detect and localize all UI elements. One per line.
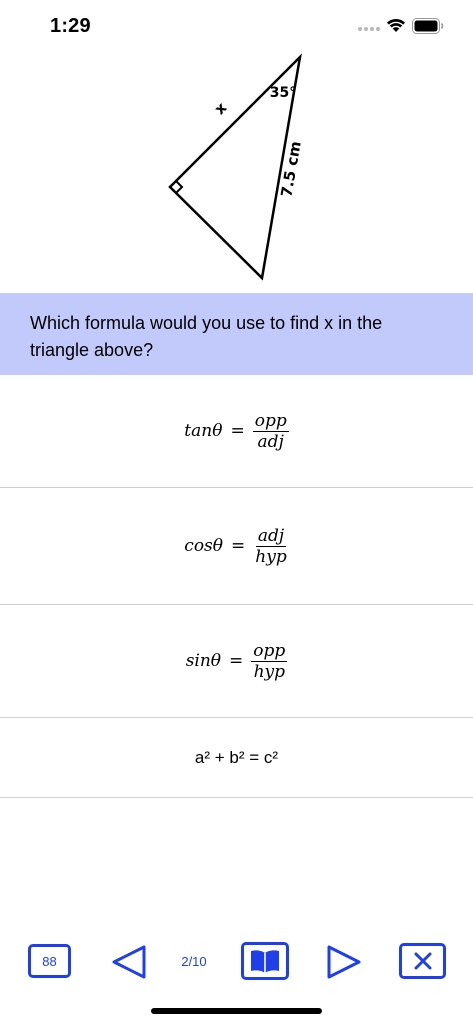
formula-pythagoras: a² + b² = c² xyxy=(194,747,279,767)
formula-equals: = xyxy=(230,421,245,441)
right-angle-marker xyxy=(175,180,184,194)
triangle-diagram: x 7.5 cm 35° xyxy=(168,53,305,281)
formula-denominator: adj xyxy=(257,431,284,452)
formula-denominator: hyp xyxy=(255,546,287,567)
question-prompt: Which formula would you use to find x in… xyxy=(0,293,473,375)
formula-cos: cosθ = adj hyp xyxy=(184,527,288,566)
wifi-icon xyxy=(387,18,405,32)
hypotenuse-label: 7.5 cm xyxy=(277,140,305,199)
side-label-x: x xyxy=(211,98,231,118)
formula-numerator: opp xyxy=(251,640,288,662)
home-indicator xyxy=(151,1008,322,1014)
answer-list: tanθ = opp adj cosθ = adj hyp sinθ = opp… xyxy=(0,375,473,798)
cellular-signal-icon xyxy=(358,27,380,31)
triangle-left-icon[interactable] xyxy=(111,944,147,980)
answer-option-sin[interactable]: sinθ = opp hyp xyxy=(0,605,473,718)
formula-numerator: opp xyxy=(252,410,289,432)
formula-fraction: adj hyp xyxy=(253,527,288,566)
formula-equals: = xyxy=(231,536,246,556)
formula-sin: sinθ = opp hyp xyxy=(186,642,288,681)
close-x-icon xyxy=(414,952,431,970)
formula-lhs: cosθ xyxy=(184,536,224,556)
bottom-toolbar: 88 2/10 xyxy=(0,940,473,986)
answer-option-tan[interactable]: tanθ = opp adj xyxy=(0,375,473,488)
close-button[interactable] xyxy=(399,943,446,979)
battery-icon xyxy=(412,18,444,34)
question-text: Which formula would you use to find x in… xyxy=(30,313,383,360)
score-button[interactable]: 88 xyxy=(28,944,71,978)
open-book-icon xyxy=(251,950,279,973)
status-time: 1:29 xyxy=(50,15,91,37)
triangle-right-icon[interactable] xyxy=(326,944,362,980)
formula-denominator: hyp xyxy=(253,661,286,682)
answer-option-cos[interactable]: cosθ = adj hyp xyxy=(0,488,473,605)
score-label: 88 xyxy=(42,953,57,969)
formula-tan: tanθ = opp adj xyxy=(184,410,289,452)
formula-numerator: adj xyxy=(255,525,287,547)
page-indicator: 2/10 xyxy=(181,954,207,969)
formula-lhs: sinθ xyxy=(185,651,222,671)
angle-label: 35° xyxy=(270,85,296,101)
answer-option-pythagoras[interactable]: a² + b² = c² xyxy=(0,718,473,798)
formula-fraction: opp hyp xyxy=(251,640,288,682)
formula-equals: = xyxy=(229,651,244,671)
book-button[interactable] xyxy=(241,942,289,980)
formula-fraction: opp adj xyxy=(252,410,289,452)
quiz-screen: 1:29 x 7.5 cm 35° Which formula would yo… xyxy=(0,0,473,1024)
formula-lhs: tanθ xyxy=(184,421,223,441)
